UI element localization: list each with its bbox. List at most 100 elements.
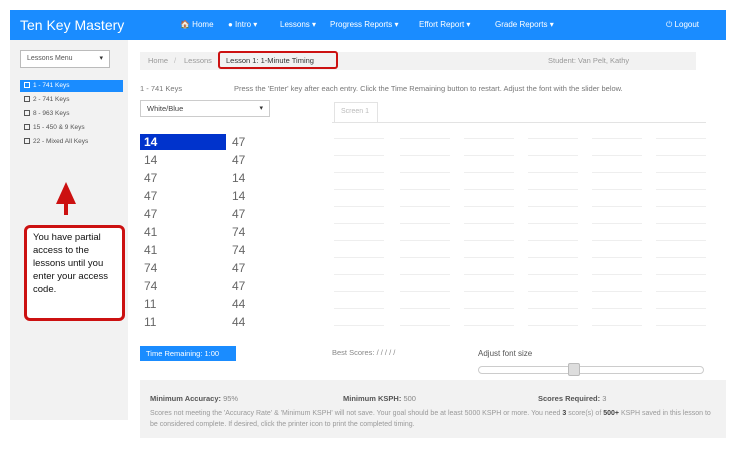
checkbox-icon	[24, 138, 30, 145]
color-scheme-select[interactable]: White/Blue ▾	[140, 100, 270, 117]
nav-grade-reports[interactable]: Grade Reports ▾	[495, 20, 554, 29]
grid-cell-line	[656, 291, 706, 292]
key-value-right: 47	[232, 279, 246, 293]
requirements-note: Scores not meeting the 'Accuracy Rate' &…	[150, 408, 720, 430]
grid-cell-line	[592, 206, 642, 207]
tab-screen-1[interactable]: Screen 1	[334, 102, 378, 122]
screen-tabs: Screen 1	[332, 102, 706, 123]
font-size-slider-track[interactable]	[478, 366, 704, 374]
grid-cell-line	[656, 257, 706, 258]
key-value-left: 47	[144, 189, 158, 203]
grid-cell-line	[464, 138, 514, 139]
key-value-left: 47	[144, 171, 158, 185]
grid-cell-line	[400, 206, 450, 207]
grid-cell-line	[334, 138, 384, 139]
key-row: 41 74	[140, 224, 245, 240]
grid-cell-line	[334, 274, 384, 275]
logout-link[interactable]: ⏻ Logout	[666, 20, 699, 30]
grid-cell-line	[464, 257, 514, 258]
grid-cell-line	[334, 155, 384, 156]
sidebar-item-lesson-2[interactable]: 2 - 741 Keys	[20, 94, 123, 106]
scores-required-label: Scores Required:	[538, 394, 601, 403]
key-value-right: 74	[232, 243, 246, 257]
key-row: 14 47	[140, 134, 245, 150]
grid-cell-line	[464, 206, 514, 207]
key-row: 11 44	[140, 314, 245, 330]
chevron-down-icon: ▾	[259, 105, 263, 112]
brand-title[interactable]: Ten Key Mastery	[20, 17, 124, 33]
sidebar-item-lesson-8[interactable]: 8 - 963 Keys	[20, 108, 123, 120]
grid-cell-line	[464, 189, 514, 190]
sidebar-item-lesson-15[interactable]: 15 - 450 & 9 Keys	[20, 122, 123, 134]
grid-cell-line	[400, 138, 450, 139]
grid-cell-line	[592, 223, 642, 224]
min-ksph: Minimum KSPH: 500	[343, 394, 416, 403]
nav-lessons[interactable]: Lessons ▾	[280, 20, 316, 29]
color-scheme-value: White/Blue	[147, 104, 184, 113]
grid-cell-line	[592, 138, 642, 139]
grid-cell-line	[592, 257, 642, 258]
grid-cell-line	[592, 325, 642, 326]
key-value-right: 47	[232, 261, 246, 275]
nav-intro[interactable]: ● Intro ▾	[228, 20, 257, 29]
key-row: 47 14	[140, 188, 245, 204]
grid-cell-line	[464, 274, 514, 275]
min-accuracy-value: 95%	[223, 394, 239, 403]
grid-cell-line	[464, 172, 514, 173]
arrow-shaft	[64, 202, 68, 215]
lessons-menu-select[interactable]: Lessons Menu ▾	[20, 50, 110, 68]
grid-cell-line	[464, 155, 514, 156]
key-value-left: 47	[144, 207, 158, 221]
sidebar-item-lesson-1[interactable]: 1 - 741 Keys	[20, 80, 123, 92]
grid-cell-line	[464, 240, 514, 241]
grid-cell-line	[592, 308, 642, 309]
key-value-left: 41	[144, 243, 158, 257]
breadcrumb-lessons[interactable]: Lessons	[184, 56, 212, 65]
note-text: score(s) of	[566, 410, 604, 417]
lesson-keys-label: 1 - 741 Keys	[140, 84, 183, 93]
scores-required: Scores Required: 3	[538, 394, 606, 403]
key-value-left: 11	[144, 315, 157, 329]
grid-cell-line	[656, 240, 706, 241]
key-value-left: 11	[144, 297, 157, 311]
grid-cell-line	[528, 240, 578, 241]
grid-cell-line	[400, 325, 450, 326]
font-size-slider-handle[interactable]	[567, 363, 580, 376]
grid-cell-line	[400, 172, 450, 173]
sidebar-item-label: 1 - 741 Keys	[33, 82, 70, 89]
key-value-left: 14	[144, 153, 158, 167]
grid-cell-line	[528, 257, 578, 258]
nav-effort-report[interactable]: Effort Report ▾	[419, 20, 470, 29]
grid-cell-line	[592, 189, 642, 190]
grid-cell-line	[400, 189, 450, 190]
grid-cell-line	[528, 274, 578, 275]
grid-cell-line	[334, 308, 384, 309]
grid-cell-line	[528, 291, 578, 292]
key-value-right: 47	[232, 207, 246, 221]
grid-cell-line	[400, 308, 450, 309]
breadcrumb-current: Lesson 1: 1-Minute Timing	[218, 51, 338, 69]
grid-cell-line	[528, 206, 578, 207]
time-remaining-button[interactable]: Time Remaining: 1:00	[140, 346, 236, 361]
sidebar-item-label: 22 - Mixed All Keys	[33, 138, 89, 145]
grid-cell-line	[334, 189, 384, 190]
grid-cell-line	[400, 257, 450, 258]
key-row: 11 44	[140, 296, 245, 312]
key-value-right: 74	[232, 225, 246, 239]
grid-cell-line	[528, 325, 578, 326]
key-row: 41 74	[140, 242, 245, 258]
grid-cell-line	[334, 172, 384, 173]
grid-cell-line	[592, 155, 642, 156]
grid-cell-line	[334, 206, 384, 207]
grid-cell-line	[528, 155, 578, 156]
grid-cell-line	[528, 308, 578, 309]
key-row: 74 47	[140, 260, 245, 276]
sidebar-item-lesson-22[interactable]: 22 - Mixed All Keys	[20, 136, 123, 148]
breadcrumb-home[interactable]: Home	[148, 56, 168, 65]
sidebar-item-label: 8 - 963 Keys	[33, 110, 70, 117]
grid-cell-line	[592, 291, 642, 292]
scores-required-value: 3	[602, 394, 607, 403]
nav-home[interactable]: 🏠 Home	[180, 20, 214, 29]
nav-progress-reports[interactable]: Progress Reports ▾	[330, 20, 398, 29]
grid-cell-line	[400, 274, 450, 275]
